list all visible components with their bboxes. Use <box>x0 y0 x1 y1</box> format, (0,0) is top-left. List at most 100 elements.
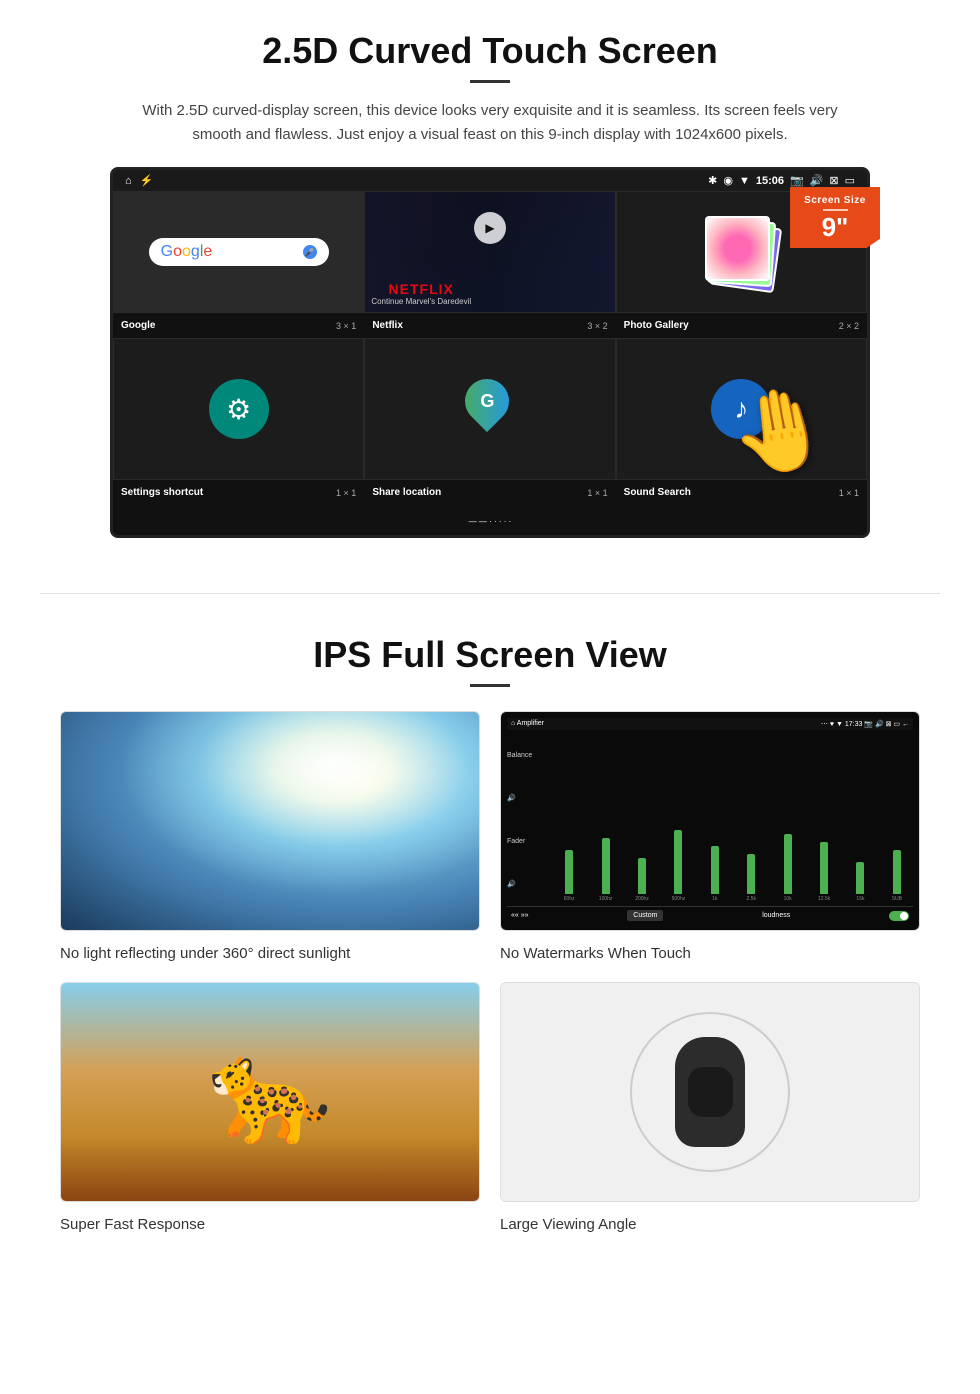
scroll-dots: — — · · · · · <box>113 505 867 535</box>
camera-icon: 📷 <box>790 174 804 187</box>
app-label-row-1: Google 3 × 1 Netflix 3 × 2 Photo Gallery… <box>113 313 867 338</box>
app-grid-top: Google 🎤 <box>113 191 867 313</box>
gallery-label: Photo Gallery <box>624 320 689 331</box>
gear-icon: ⚙ <box>226 393 251 426</box>
app-label-gallery: Photo Gallery 2 × 2 <box>616 317 867 334</box>
bluetooth-icon: ✱ <box>708 174 717 187</box>
app-grid-bottom: ⚙ G <box>113 338 867 480</box>
status-right: ✱ ◉ ▼ 15:06 📷 🔊 ⊠ ▭ <box>708 174 855 187</box>
amp-bottom: «« »» Custom loudness <box>507 906 913 924</box>
sound-app-inner: ♪ <box>617 339 866 479</box>
feature-label-angle: Large Viewing Angle <box>500 1216 920 1233</box>
eq-bar-fill-2 <box>638 858 646 894</box>
eq-bar-fill-3 <box>674 830 682 894</box>
custom-button[interactable]: Custom <box>627 910 663 921</box>
title-divider <box>470 80 510 83</box>
eq-label-9: SUB <box>892 896 902 902</box>
eq-label-7: 12.5k <box>818 896 830 902</box>
app-label-settings: Settings shortcut 1 × 1 <box>113 484 364 501</box>
cheetah-shape: 🐆 <box>208 1034 333 1151</box>
settings-app-cell[interactable]: ⚙ <box>113 338 364 480</box>
wifi-icon: ▼ <box>739 175 750 187</box>
feature-image-fast: 🐆 <box>60 982 480 1202</box>
status-bar: ⌂ ⚡ ✱ ◉ ▼ 15:06 📷 🔊 ⊠ ▭ <box>113 170 867 191</box>
car-top-view <box>675 1037 745 1147</box>
cheetah-image: 🐆 <box>61 983 479 1201</box>
app-label-sound: Sound Search 1 × 1 <box>616 484 867 501</box>
amp-content: Balance 🔊 Fader 🔊 60hz100hz200hz500hz1k2… <box>507 734 913 906</box>
amplifier-image: ⌂ Amplifier ⋯ ♥ ▼ 17:33 📷 🔊 ⊠ ▭ ← Balanc… <box>501 712 919 930</box>
app-label-share: Share location 1 × 1 <box>364 484 615 501</box>
amp-status-bar: ⌂ Amplifier ⋯ ♥ ▼ 17:33 📷 🔊 ⊠ ▭ ← <box>507 718 913 730</box>
eq-label-8: 15k <box>856 896 864 902</box>
feature-fast: 🐆 Super Fast Response <box>60 982 480 1233</box>
feature-label-fast: Super Fast Response <box>60 1216 480 1233</box>
sunlight-image <box>61 712 479 930</box>
car-circle <box>630 1012 790 1172</box>
device-wrapper: Screen Size 9" ⌂ ⚡ ✱ ◉ ▼ 15:06 📷 🔊 ⊠ <box>110 167 870 538</box>
home-icon[interactable]: ⌂ <box>125 175 132 187</box>
eq-bar-6: 10k <box>771 834 803 902</box>
sound-icon-circle: ♪ <box>711 379 771 439</box>
eq-bar-4: 1k <box>699 846 731 902</box>
location-icon: ◉ <box>723 174 733 187</box>
google-app-cell[interactable]: Google 🎤 <box>113 191 364 313</box>
eq-label-1: 100hz <box>599 896 613 902</box>
window-icon[interactable]: ▭ <box>845 174 855 187</box>
close-icon[interactable]: ⊠ <box>829 174 838 187</box>
music-note-icon: ♪ <box>734 393 748 425</box>
eq-bar-fill-7 <box>820 842 828 894</box>
eq-bar-fill-8 <box>856 862 864 894</box>
section1-title: 2.5D Curved Touch Screen <box>60 30 920 72</box>
feature-image-angle: ↗ <box>500 982 920 1202</box>
status-time: 15:06 <box>756 175 784 187</box>
sound-app-cell[interactable]: ♪ <box>616 338 867 480</box>
eq-bar-2: 200hz <box>626 858 658 902</box>
netflix-subtitle: Continue Marvel's Daredevil <box>371 297 471 306</box>
car-image: ↗ <box>501 983 919 1201</box>
feature-sunlight: No light reflecting under 360° direct su… <box>60 711 480 962</box>
photo-flower <box>707 218 768 279</box>
car-arrow: ↗ <box>892 1201 909 1202</box>
badge-divider <box>823 209 848 211</box>
section-ips: IPS Full Screen View No light reflecting… <box>0 624 980 1263</box>
usb-icon: ⚡ <box>140 174 154 187</box>
loudness-toggle[interactable] <box>889 911 909 921</box>
section-divider <box>40 593 940 594</box>
app-label-row-2: Settings shortcut 1 × 1 Share location 1… <box>113 480 867 505</box>
app-label-google: Google 3 × 1 <box>113 317 364 334</box>
section1-description: With 2.5D curved-display screen, this de… <box>140 99 840 147</box>
sunbeam <box>61 712 479 930</box>
feature-watermark: ⌂ Amplifier ⋯ ♥ ▼ 17:33 📷 🔊 ⊠ ▭ ← Balanc… <box>500 711 920 962</box>
badge-size: 9" <box>800 214 870 240</box>
netflix-info: NETFLIX Continue Marvel's Daredevil <box>371 281 471 306</box>
netflix-app-cell[interactable]: ▶ NETFLIX Continue Marvel's Daredevil <box>364 191 615 313</box>
photo-card-3 <box>705 216 770 281</box>
eq-bar-fill-4 <box>711 846 719 894</box>
eq-bar-fill-0 <box>565 850 573 894</box>
feature-angle: ↗ Large Viewing Angle <box>500 982 920 1233</box>
eq-label-3: 500hz <box>672 896 686 902</box>
section-curved-touch: 2.5D Curved Touch Screen With 2.5D curve… <box>0 0 980 563</box>
google-search-bar[interactable]: Google 🎤 <box>149 238 329 266</box>
share-app-cell[interactable]: G <box>364 338 615 480</box>
eq-bar-8: 15k <box>844 862 876 902</box>
device-screen: ⌂ ⚡ ✱ ◉ ▼ 15:06 📷 🔊 ⊠ ▭ <box>110 167 870 538</box>
eq-bar-1: 100hz <box>589 838 621 902</box>
settings-app-inner: ⚙ <box>114 339 363 479</box>
photo-stack <box>701 212 781 292</box>
badge-label: Screen Size <box>800 195 870 206</box>
feature-image-watermark: ⌂ Amplifier ⋯ ♥ ▼ 17:33 📷 🔊 ⊠ ▭ ← Balanc… <box>500 711 920 931</box>
netflix-logo: NETFLIX <box>371 281 471 297</box>
eq-bar-fill-6 <box>784 834 792 894</box>
google-mic-icon[interactable]: 🎤 <box>303 245 317 259</box>
gmap-drop: G <box>456 370 518 432</box>
play-button-wrapper[interactable]: ▶ <box>474 212 506 244</box>
play-button[interactable]: ▶ <box>474 212 506 244</box>
share-label: Share location <box>372 487 441 498</box>
share-app-inner: G <box>365 339 614 479</box>
eq-label-0: 60hz <box>564 896 575 902</box>
title-divider-2 <box>470 684 510 687</box>
car-roof <box>688 1067 733 1117</box>
status-left: ⌂ ⚡ <box>125 174 153 187</box>
